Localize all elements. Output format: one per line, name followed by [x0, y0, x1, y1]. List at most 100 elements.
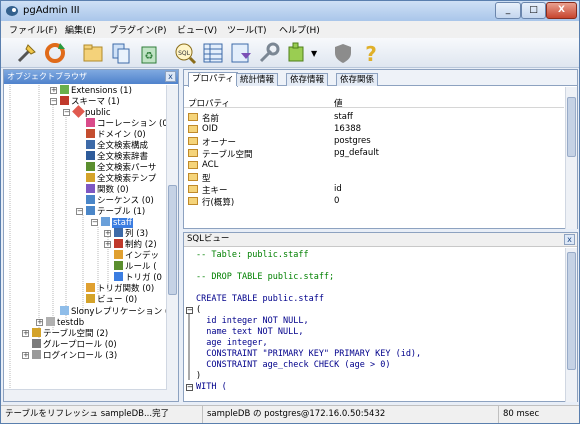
property-icon	[188, 149, 198, 157]
expand-toggle[interactable]: +	[50, 87, 57, 94]
expand-toggle[interactable]: +	[36, 319, 43, 326]
expand-toggle[interactable]: +	[22, 330, 29, 337]
tree-item-login-roles[interactable]: ログインロール (3)	[32, 350, 117, 361]
sql-line: (	[196, 305, 202, 315]
tree-item-views[interactable]: ビュー (0)	[86, 294, 137, 305]
menu-view[interactable]: ビュー(V)	[177, 23, 217, 36]
trigger-function-icon	[86, 283, 95, 292]
menu-tools[interactable]: ツール(T)	[227, 23, 267, 36]
object-tree[interactable]: + Extensions (1) − スキーマ (1) − public コーレ…	[4, 85, 167, 401]
window-title: pgAdmin III	[23, 5, 80, 16]
fold-gutter	[188, 314, 190, 380]
tree-item-domains[interactable]: ドメイン (0)	[86, 129, 146, 140]
refresh-icon[interactable]	[43, 41, 67, 65]
object-tree-hscrollbar[interactable]	[4, 389, 167, 401]
property-row[interactable]: 型	[184, 172, 564, 184]
svg-text:♻: ♻	[145, 51, 154, 62]
tree-item-constraints[interactable]: 制約 (2)	[114, 239, 157, 250]
close-button[interactable]: X	[546, 2, 577, 19]
tree-item-rules[interactable]: ルール (	[114, 261, 157, 272]
sql-pane-close-button[interactable]: x	[564, 234, 575, 245]
shield-icon[interactable]	[331, 41, 355, 65]
tree-item-testdb[interactable]: testdb	[46, 317, 84, 328]
expand-toggle[interactable]: +	[104, 241, 111, 248]
tree-item-functions[interactable]: 関数 (0)	[86, 184, 129, 195]
sql-line: age integer,	[196, 338, 268, 348]
fts-dictionary-icon	[86, 151, 95, 160]
minimize-button[interactable]: _	[495, 2, 521, 19]
sql-scrollbar[interactable]	[565, 248, 577, 402]
scrollbar-thumb[interactable]	[567, 97, 576, 157]
tree-item-fts-dict[interactable]: 全文検索辞書	[86, 151, 148, 162]
collapse-toggle[interactable]: −	[50, 98, 57, 105]
folder-icon[interactable]	[81, 41, 105, 65]
sql-line: id integer NOT NULL,	[196, 316, 309, 326]
property-row[interactable]: 行(概算) 0	[184, 196, 564, 208]
fold-toggle[interactable]: −	[186, 384, 193, 391]
collapse-toggle[interactable]: −	[63, 109, 70, 116]
sql-editor[interactable]: -- Table: public.staff -- DROP TABLE pub…	[184, 248, 577, 402]
menu-edit[interactable]: 編集(E)	[65, 23, 96, 36]
property-icon	[188, 197, 198, 205]
table-view-icon[interactable]	[201, 41, 225, 65]
wrench-icon[interactable]	[257, 41, 281, 65]
property-row[interactable]: テーブル空間 pg_default	[184, 148, 564, 160]
index-icon	[114, 250, 123, 259]
tree-item-fts-config[interactable]: 全文検索構成	[86, 140, 148, 151]
object-browser-close-button[interactable]: x	[165, 71, 176, 82]
tree-item-triggers[interactable]: トリガ (0	[114, 272, 162, 283]
expand-toggle[interactable]: +	[104, 230, 111, 237]
tree-item-tablespaces[interactable]: テーブル空間 (2)	[32, 328, 108, 339]
extension-icon	[60, 85, 69, 94]
expand-toggle[interactable]: +	[22, 352, 29, 359]
tree-item-staff[interactable]: staff	[101, 217, 133, 228]
fold-toggle[interactable]: −	[186, 307, 193, 314]
property-row[interactable]: オーナー postgres	[184, 136, 564, 148]
tab-dependents[interactable]: 依存関係	[336, 73, 379, 86]
menu-help[interactable]: ヘルプ(H)	[279, 23, 320, 36]
property-row[interactable]: 主キー id	[184, 184, 564, 196]
plugin-icon[interactable]	[285, 41, 309, 65]
tree-item-tables[interactable]: テーブル (1)	[86, 206, 145, 217]
constraint-icon	[114, 239, 123, 248]
tree-item-slony[interactable]: Slonyレプリケーション (0	[60, 306, 167, 317]
chevron-down-icon[interactable]: ▼	[311, 49, 317, 58]
tree-item-indexes[interactable]: インデッ	[114, 250, 159, 261]
collapse-toggle[interactable]: −	[91, 219, 98, 226]
tree-item-columns[interactable]: 列 (3)	[114, 228, 148, 239]
column-header-property: プロパティ	[188, 99, 230, 109]
sql-icon[interactable]: SQL	[173, 41, 197, 65]
connect-icon[interactable]	[15, 41, 39, 65]
menu-plugins[interactable]: プラグイン(P)	[109, 23, 166, 36]
property-icon	[188, 125, 198, 133]
tree-item-public[interactable]: public	[72, 105, 111, 118]
properties-scrollbar[interactable]	[565, 87, 577, 229]
maximize-button[interactable]: □	[521, 2, 546, 19]
sql-line: -- Table: public.staff	[196, 250, 309, 260]
tab-properties[interactable]: プロパティ	[188, 72, 238, 87]
tree-item-sequences[interactable]: シーケンス (0)	[86, 195, 154, 206]
collapse-toggle[interactable]: −	[76, 208, 83, 215]
tree-item-extensions[interactable]: Extensions (1)	[60, 85, 132, 96]
status-timing: 80 msec	[503, 409, 540, 419]
property-row[interactable]: OID 16388	[184, 124, 564, 135]
tab-dependencies[interactable]: 依存情報	[286, 73, 329, 86]
copy-icon[interactable]	[109, 41, 133, 65]
scrollbar-thumb[interactable]	[567, 252, 576, 370]
property-row[interactable]: ACL	[184, 160, 564, 171]
object-tree-scrollbar[interactable]	[166, 85, 178, 401]
tree-item-group-roles[interactable]: グループロール (0)	[32, 339, 117, 350]
tree-item-collations[interactable]: コーレーション (0	[86, 118, 167, 129]
recycle-icon[interactable]: ♻	[137, 41, 161, 65]
help-icon[interactable]: ?	[359, 41, 383, 65]
menu-file[interactable]: ファイル(F)	[9, 23, 57, 36]
property-row[interactable]: 名前 staff	[184, 112, 564, 124]
sql-line: CREATE TABLE public.staff	[196, 294, 324, 304]
tab-statistics[interactable]: 統計情報	[236, 73, 279, 86]
tree-item-trigger-functions[interactable]: トリガ関数 (0)	[86, 283, 154, 294]
tree-item-fts-parser[interactable]: 全文検索パーサ	[86, 162, 156, 173]
tree-item-schemas[interactable]: スキーマ (1)	[60, 96, 120, 107]
scrollbar-thumb[interactable]	[168, 185, 177, 295]
tree-item-fts-template[interactable]: 全文検索テンプ	[86, 173, 156, 184]
filter-icon[interactable]	[229, 41, 253, 65]
